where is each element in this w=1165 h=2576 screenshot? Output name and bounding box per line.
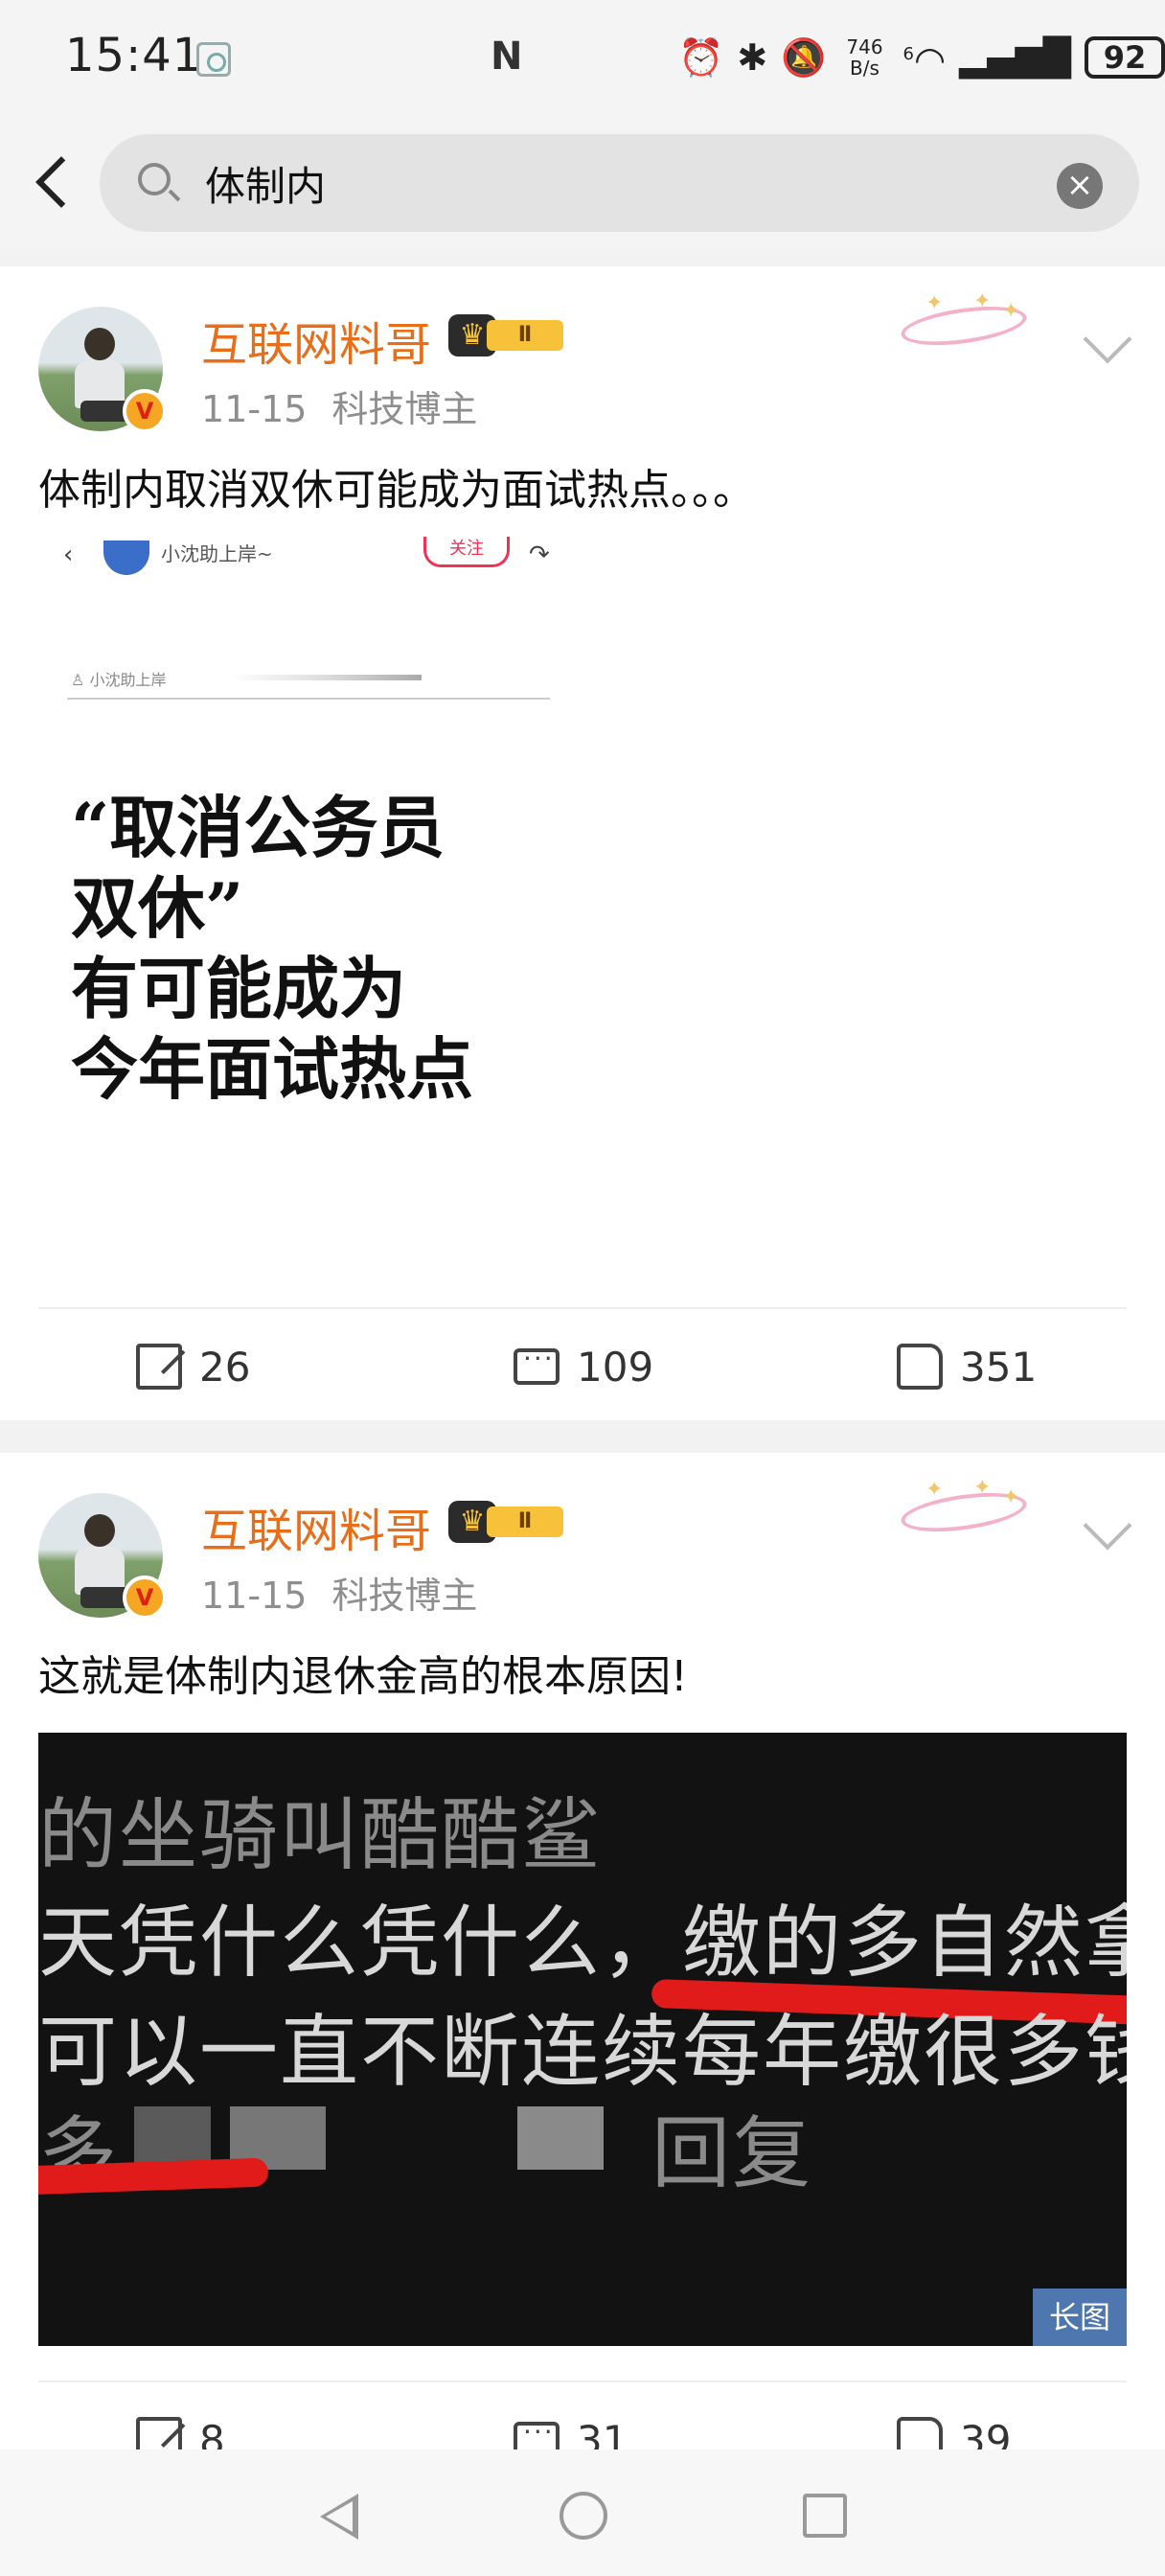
image-pixelation (517, 2106, 604, 2170)
comment-button[interactable]: 109 (514, 1319, 653, 1414)
image-sub-author-name: 小沈助上岸 (89, 671, 167, 689)
post-meta: 11-15 科技博主 (201, 380, 477, 432)
verified-badge-icon: V (123, 389, 167, 433)
back-button[interactable] (23, 144, 87, 220)
nfc-icon: N (491, 34, 523, 79)
image-back-icon: ‹ (63, 540, 74, 569)
post-date: 11-15 (201, 1575, 308, 1617)
image-blurred-text (230, 675, 422, 680)
author-category: 科技博主 (331, 1575, 478, 1617)
image-share-icon: ↷ (529, 540, 550, 569)
author-name[interactable]: 互联网料哥 (201, 307, 431, 374)
gallery-icon (196, 42, 231, 77)
divider (38, 1307, 1127, 1309)
image-sub-author: ♙ 小沈助上岸 (71, 671, 167, 689)
nav-recents-icon[interactable] (803, 2494, 847, 2538)
comment-icon (514, 1343, 560, 1385)
comment-count: 109 (577, 1343, 654, 1391)
network-speed-value: 746 (846, 35, 883, 58)
image-follow-label: 关注 (423, 537, 510, 567)
post-text: 这就是体制内退休金高的根本原因! (38, 1652, 688, 1701)
vip-level-badge[interactable]: ♛ Ⅱ (448, 1501, 567, 1543)
chevron-down-icon[interactable] (1083, 314, 1132, 364)
like-button[interactable]: 351 (897, 1319, 1037, 1414)
image-text-line: 的坐骑叫酷酷鲨 (38, 1790, 603, 1881)
post-text: 体制内取消双休可能成为面试热点。。。 (38, 466, 755, 515)
status-icons: ⏰ ✱ 🔕 746 B/s 6◠ ▂▄▆█ 92 (678, 31, 1165, 84)
wifi-label: 6 (902, 44, 914, 65)
image-headline: “取消公务员 双休” 有可能成为 今年面试热点 (71, 788, 473, 1109)
nav-back-icon[interactable] (320, 2494, 358, 2540)
repost-count: 26 (199, 1343, 251, 1391)
level-label: Ⅱ (487, 320, 563, 351)
back-arrow-icon (35, 156, 87, 208)
bluetooth-icon: ✱ (737, 36, 768, 79)
battery-level: 92 (1103, 39, 1147, 76)
repost-icon (136, 1344, 182, 1390)
system-nav-bar (0, 2450, 1165, 2576)
alarm-icon: ⏰ (678, 36, 724, 79)
thumbs-up-icon (897, 1344, 943, 1390)
signal-icon: ▂▄▆█ (959, 36, 1072, 79)
post-date: 11-15 (201, 388, 308, 430)
vip-level-badge[interactable]: ♛ Ⅱ (448, 314, 567, 356)
status-time: 15:41 (65, 29, 203, 82)
decoration-card-icon: ✦ ✦ ✦ (897, 289, 1031, 356)
post-image[interactable]: 的坐骑叫酷酷鲨 天凭什么凭什么，缴的多自然拿 可以一直不断连续每年缴很多钱 多 … (38, 1733, 1127, 2346)
network-speed: 746 B/s (840, 36, 890, 79)
chevron-down-icon[interactable] (1083, 1501, 1132, 1551)
author-name[interactable]: 互联网料哥 (201, 1493, 431, 1560)
long-image-badge: 长图 (1033, 2288, 1127, 2346)
image-avatar (103, 540, 149, 575)
search-input[interactable] (205, 151, 991, 215)
search-icon (138, 163, 171, 196)
network-speed-unit: B/s (850, 57, 879, 80)
post-card[interactable]: V 互联网料哥 ♛ Ⅱ 11-15 科技博主 ✦ ✦ ✦ 这就是体制内退休金高的根… (0, 1453, 1165, 2488)
image-source-name: 小沈助上岸~ (161, 542, 273, 565)
wifi-icon: 6◠ (902, 38, 947, 81)
status-bar: 15:41 N ⏰ ✱ 🔕 746 B/s 6◠ ▂▄▆█ 92 (0, 0, 1165, 115)
decoration-card-icon: ✦ ✦ ✦ (897, 1476, 1031, 1543)
level-label: Ⅱ (487, 1506, 563, 1537)
search-box[interactable]: × (100, 134, 1139, 232)
image-text-line: 可以一直不断连续每年缴很多钱 (38, 2007, 1127, 2098)
post-card[interactable]: V 互联网料哥 ♛ Ⅱ 11-15 科技博主 ✦ ✦ ✦ 体制内取消双休可能成为面… (0, 266, 1165, 1420)
search-header: × (0, 115, 1165, 247)
repost-button[interactable]: 26 (136, 1319, 250, 1414)
post-image[interactable]: ‹ 小沈助上岸~ 关注 ↷ ♙ 小沈助上岸 “取消公务员 双休” 有可能成为 今… (38, 537, 575, 1255)
like-count: 351 (960, 1343, 1038, 1391)
clear-search-button[interactable]: × (1057, 163, 1103, 209)
image-divider (67, 698, 550, 700)
divider (38, 2380, 1127, 2382)
battery-icon: 92 (1085, 36, 1165, 79)
image-text-line: 天凭什么凭什么，缴的多自然拿 (38, 1898, 1127, 1989)
post-meta: 11-15 科技博主 (201, 1566, 477, 1619)
image-line4-suffix: 回复 (651, 2108, 813, 2199)
nav-home-icon[interactable] (560, 2492, 607, 2540)
mute-icon: 🔕 (781, 36, 827, 79)
author-category: 科技博主 (331, 388, 478, 430)
action-bar: 26 109 351 (0, 1319, 1165, 1414)
verified-badge-icon: V (123, 1576, 167, 1620)
